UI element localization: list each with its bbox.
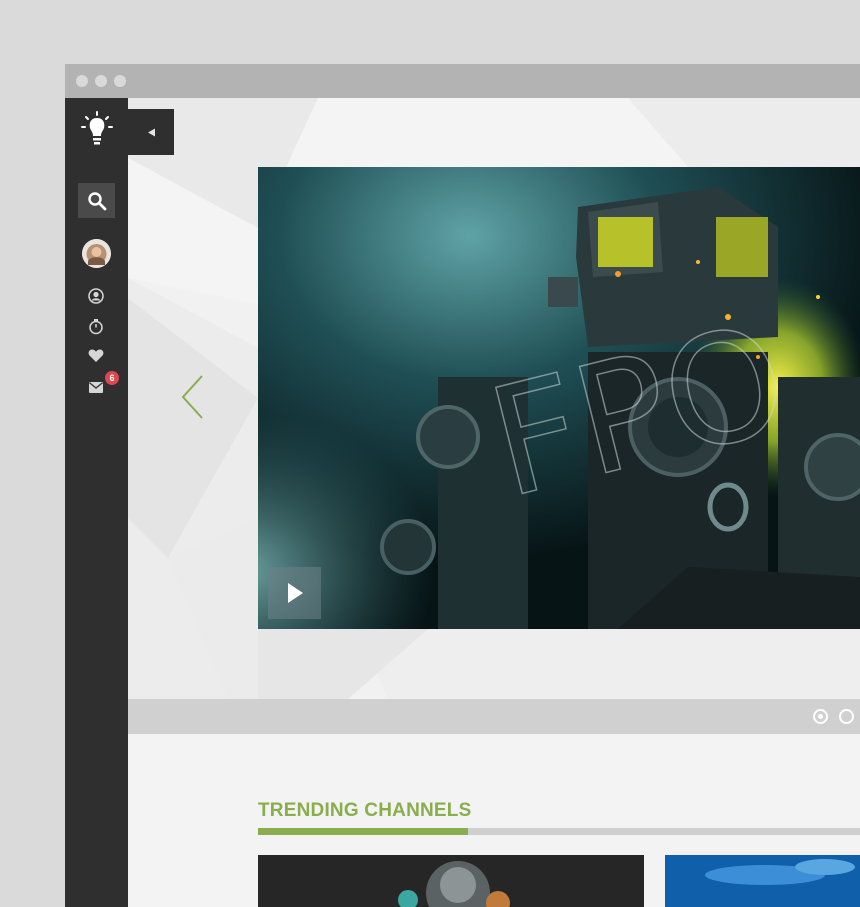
- section-title: TRENDING CHANNELS: [258, 800, 472, 821]
- hero-slider: FPO: [128, 98, 860, 699]
- window-maximize-button[interactable]: [114, 75, 126, 87]
- triangle-left-icon: [147, 128, 155, 136]
- window-close-button[interactable]: [76, 75, 88, 87]
- avatar[interactable]: [82, 239, 111, 268]
- window-titlebar: [65, 64, 860, 98]
- channel-card[interactable]: [258, 855, 644, 907]
- messages-button[interactable]: [88, 380, 104, 394]
- section-underline-accent: [258, 828, 468, 835]
- slider-prev-arrow[interactable]: [180, 374, 206, 420]
- heart-icon[interactable]: [87, 348, 105, 364]
- messages-badge: 6: [105, 371, 119, 385]
- user-icon[interactable]: [87, 287, 105, 305]
- search-button[interactable]: [78, 183, 115, 218]
- channel-thumbnail: [258, 855, 644, 907]
- slider-dot-2[interactable]: [839, 709, 854, 724]
- channel-thumbnail: [665, 855, 860, 907]
- channel-card[interactable]: [665, 855, 860, 907]
- sidebar-collapse-button[interactable]: [128, 109, 174, 155]
- slide-artwork: FPO: [258, 167, 860, 629]
- browser-window: FPO TRENDING CHANNELS 6: [65, 64, 860, 907]
- lightbulb-icon[interactable]: [80, 110, 114, 150]
- sidebar: 6: [65, 98, 128, 907]
- window-minimize-button[interactable]: [95, 75, 107, 87]
- slider-dot-1[interactable]: [813, 709, 828, 724]
- envelope-icon: [89, 381, 103, 393]
- slide-image[interactable]: FPO: [258, 167, 860, 629]
- main-content: TRENDING CHANNELS: [128, 734, 860, 907]
- search-icon: [87, 191, 106, 210]
- slider-pagination: [128, 699, 860, 734]
- play-button[interactable]: [268, 567, 321, 619]
- stopwatch-icon[interactable]: [87, 317, 105, 335]
- play-icon: [287, 583, 303, 603]
